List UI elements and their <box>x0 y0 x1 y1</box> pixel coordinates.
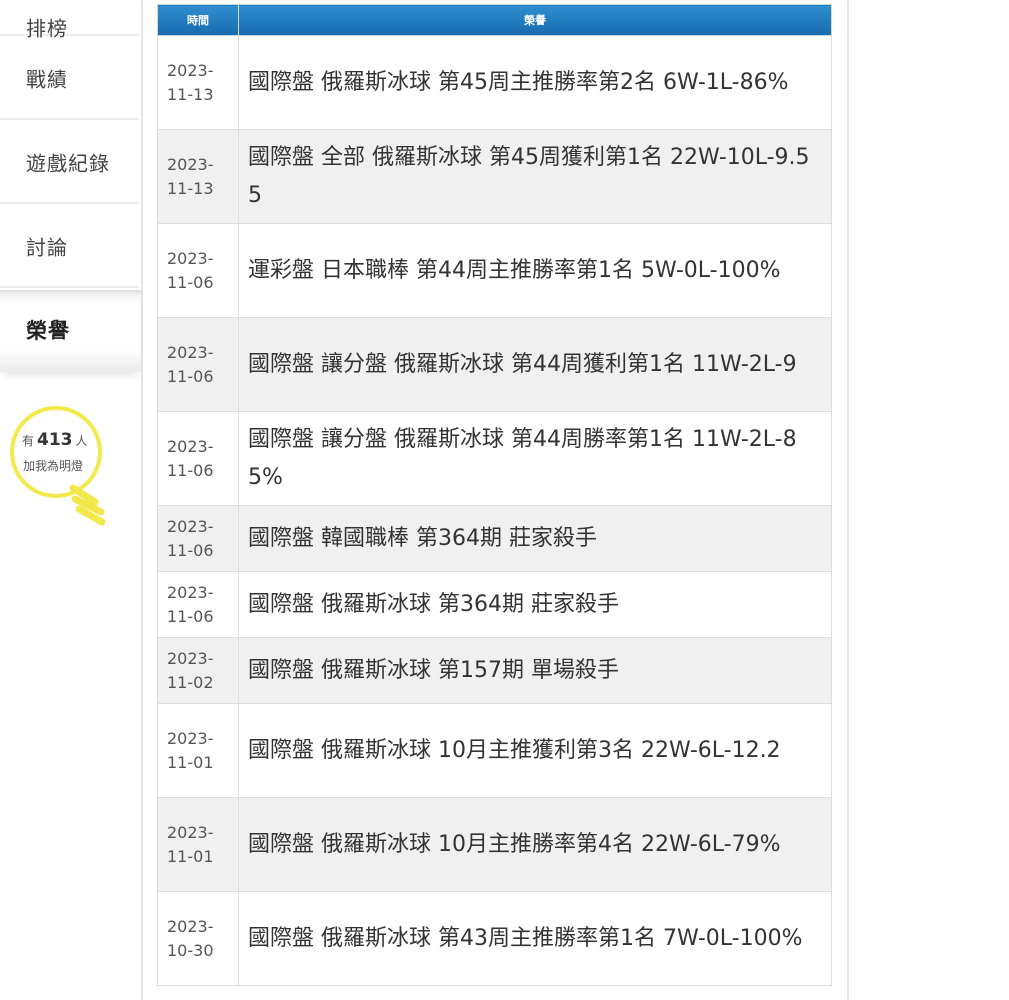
column-header-date: 時間 <box>157 4 239 36</box>
date-year: 2023- <box>167 648 214 668</box>
page: 排榜 戰績 遊戲紀錄 討論 榮譽 有 413 人 加我為明燈 時間 榮譽 202… <box>0 0 1009 1000</box>
date-month-day: 11-01 <box>167 846 214 866</box>
beacon-caption: 加我為明燈 <box>23 459 84 473</box>
table-header-row: 時間 榮譽 <box>157 4 832 36</box>
honor-cell: 國際盤 韓國職棒 第364期 莊家殺手 <box>238 505 832 572</box>
date-year: 2023- <box>167 516 214 536</box>
date-year: 2023- <box>167 248 214 268</box>
column-header-honor: 榮譽 <box>238 4 832 36</box>
date-cell: 2023- 11-06 <box>157 317 239 412</box>
table-row: 2023- 11-02 國際盤 俄羅斯冰球 第157期 單場殺手 <box>157 637 832 704</box>
honor-cell: 國際盤 俄羅斯冰球 10月主推獲利第3名 22W-6L-12.2 <box>238 703 832 798</box>
date-cell: 2023- 10-30 <box>157 891 239 986</box>
table-row: 2023- 10-30 國際盤 俄羅斯冰球 第43周主推勝率第1名 7W-0L-1… <box>157 891 832 986</box>
date-year: 2023- <box>167 342 214 362</box>
beacon-suffix: 人 <box>75 434 88 448</box>
date-year: 2023- <box>167 822 214 842</box>
table-row: 2023- 11-13 國際盤 俄羅斯冰球 第45周主推勝率第2名 6W-1L-8… <box>157 35 832 130</box>
sidebar-item-label: 討論 <box>26 235 68 260</box>
sidebar-item-honors[interactable]: 榮譽 <box>0 290 141 372</box>
date-cell: 2023- 11-13 <box>157 129 239 224</box>
honor-cell: 運彩盤 日本職棒 第44周主推勝率第1名 5W-0L-100% <box>238 223 832 318</box>
beacon-prefix: 有 <box>22 434 35 448</box>
date-month-day: 11-13 <box>167 178 214 198</box>
table-row: 2023- 11-06 國際盤 韓國職棒 第364期 莊家殺手 <box>157 505 832 572</box>
table-row: 2023- 11-06 運彩盤 日本職棒 第44周主推勝率第1名 5W-0L-10… <box>157 223 832 318</box>
table-row: 2023- 11-01 國際盤 俄羅斯冰球 10月主推勝率第4名 22W-6L-7… <box>157 797 832 892</box>
beacon-count-line: 有 413 人 <box>22 430 88 450</box>
date-cell: 2023- 11-06 <box>157 505 239 572</box>
beacon-count: 413 <box>37 430 73 450</box>
date-cell: 2023- 11-06 <box>157 571 239 638</box>
honors-table: 時間 榮譽 2023- 11-13 國際盤 俄羅斯冰球 第45周主推勝率第2名 6… <box>157 4 832 986</box>
honor-cell: 國際盤 俄羅斯冰球 第157期 單場殺手 <box>238 637 832 704</box>
honor-cell: 國際盤 讓分盤 俄羅斯冰球 第44周獲利第1名 11W-2L-9 <box>238 317 832 412</box>
date-cell: 2023- 11-01 <box>157 797 239 892</box>
table-row: 2023- 11-06 國際盤 俄羅斯冰球 第364期 莊家殺手 <box>157 571 832 638</box>
honor-cell: 國際盤 讓分盤 俄羅斯冰球 第44周勝率第1名 11W-2L-85% <box>238 411 832 506</box>
sidebar-item-label: 戰績 <box>26 67 68 92</box>
date-cell: 2023- 11-01 <box>157 703 239 798</box>
date-month-day: 11-06 <box>167 366 214 386</box>
date-year: 2023- <box>167 916 214 936</box>
sidebar-item-ranking[interactable]: 排榜 <box>0 0 139 40</box>
date-year: 2023- <box>167 728 214 748</box>
honor-cell: 國際盤 俄羅斯冰球 10月主推勝率第4名 22W-6L-79% <box>238 797 832 892</box>
honor-cell: 國際盤 俄羅斯冰球 第364期 莊家殺手 <box>238 571 832 638</box>
date-cell: 2023- 11-13 <box>157 35 239 130</box>
date-month-day: 11-06 <box>167 272 214 292</box>
sidebar-item-record[interactable]: 戰績 <box>0 38 139 120</box>
date-month-day: 11-02 <box>167 672 214 692</box>
date-year: 2023- <box>167 436 214 456</box>
sidebar-item-game-log[interactable]: 遊戲紀錄 <box>0 122 139 204</box>
table-row: 2023- 11-06 國際盤 讓分盤 俄羅斯冰球 第44周獲利第1名 11W-2… <box>157 317 832 412</box>
honors-panel: 時間 榮譽 2023- 11-13 國際盤 俄羅斯冰球 第45周主推勝率第2名 6… <box>157 0 849 1000</box>
date-cell: 2023- 11-06 <box>157 411 239 506</box>
date-year: 2023- <box>167 154 214 174</box>
beacon-widget[interactable]: 有 413 人 加我為明燈 <box>9 406 119 536</box>
date-month-day: 11-06 <box>167 460 214 480</box>
date-month-day: 11-06 <box>167 606 214 626</box>
sidebar: 排榜 戰績 遊戲紀錄 討論 榮譽 有 413 人 加我為明燈 <box>0 0 143 1000</box>
table-row: 2023- 11-13 國際盤 全部 俄羅斯冰球 第45周獲利第1名 22W-10… <box>157 129 832 224</box>
table-row: 2023- 11-01 國際盤 俄羅斯冰球 10月主推獲利第3名 22W-6L-1… <box>157 703 832 798</box>
date-month-day: 10-30 <box>167 940 214 960</box>
date-month-day: 11-13 <box>167 84 214 104</box>
date-cell: 2023- 11-02 <box>157 637 239 704</box>
honor-cell: 國際盤 俄羅斯冰球 第43周主推勝率第1名 7W-0L-100% <box>238 891 832 986</box>
date-month-day: 11-01 <box>167 752 214 772</box>
date-month-day: 11-06 <box>167 540 214 560</box>
date-year: 2023- <box>167 582 214 602</box>
date-cell: 2023- 11-06 <box>157 223 239 318</box>
sidebar-item-label: 遊戲紀錄 <box>26 151 110 176</box>
honor-cell: 國際盤 全部 俄羅斯冰球 第45周獲利第1名 22W-10L-9.55 <box>238 129 832 224</box>
table-row: 2023- 11-06 國際盤 讓分盤 俄羅斯冰球 第44周勝率第1名 11W-2… <box>157 411 832 506</box>
sidebar-item-discussion[interactable]: 討論 <box>0 206 139 288</box>
date-year: 2023- <box>167 60 214 80</box>
honor-cell: 國際盤 俄羅斯冰球 第45周主推勝率第2名 6W-1L-86% <box>238 35 832 130</box>
sidebar-item-label: 榮譽 <box>26 319 70 343</box>
